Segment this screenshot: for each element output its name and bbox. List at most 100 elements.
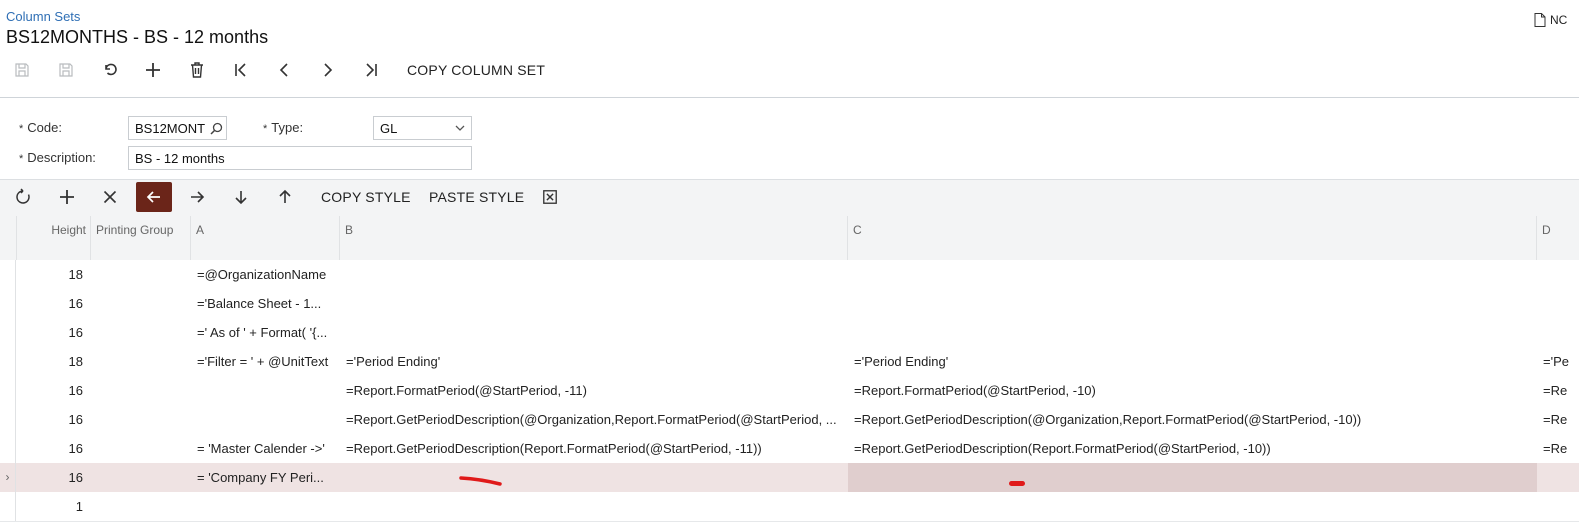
add-row-button[interactable] xyxy=(52,182,82,212)
header-printing-group[interactable]: Printing Group xyxy=(91,216,191,260)
cell-column-b[interactable]: =Report.GetPeriodDescription(Report.Form… xyxy=(340,434,848,463)
table-row[interactable]: 18 =@OrganizationName xyxy=(0,260,1579,290)
cell-height[interactable]: 16 xyxy=(17,318,91,347)
cell-column-b[interactable]: ='Period Ending' xyxy=(340,347,848,376)
undo-button[interactable] xyxy=(95,55,125,85)
delete-row-button[interactable] xyxy=(95,182,125,212)
type-select[interactable]: GL xyxy=(373,116,472,140)
breadcrumb[interactable]: Column Sets xyxy=(6,9,80,24)
first-record-button[interactable] xyxy=(226,55,256,85)
table-row[interactable]: 1 xyxy=(0,492,1579,522)
cell-printing-group[interactable] xyxy=(91,318,191,347)
cell-column-b[interactable]: =Report.FormatPeriod(@StartPeriod, -11) xyxy=(340,376,848,405)
cell-column-a[interactable]: = 'Master Calender ->' xyxy=(191,434,340,463)
cell-printing-group[interactable] xyxy=(91,289,191,318)
paste-style-button[interactable]: PASTE STYLE xyxy=(429,189,524,205)
row-indicator[interactable] xyxy=(0,434,16,463)
cell-column-c[interactable]: =Report.GetPeriodDescription(@Organizati… xyxy=(848,405,1537,434)
cell-printing-group[interactable] xyxy=(91,463,191,492)
cell-column-c[interactable] xyxy=(848,492,1537,521)
cell-height[interactable]: 16 xyxy=(17,376,91,405)
add-button[interactable] xyxy=(138,55,168,85)
search-icon[interactable] xyxy=(210,122,223,135)
move-down-button[interactable] xyxy=(226,182,256,212)
cell-column-a[interactable]: =' As of ' + Format( '{... xyxy=(191,318,340,347)
cell-column-c[interactable]: =Report.FormatPeriod(@StartPeriod, -10) xyxy=(848,376,1537,405)
cell-height[interactable]: 18 xyxy=(17,347,91,376)
cell-column-a[interactable] xyxy=(191,492,340,521)
cell-printing-group[interactable] xyxy=(91,434,191,463)
cell-column-a[interactable] xyxy=(191,376,340,405)
cell-column-a[interactable]: ='Filter = ' + @UnitText xyxy=(191,347,340,376)
cell-column-c[interactable] xyxy=(848,289,1537,318)
cell-column-d[interactable] xyxy=(1537,463,1579,492)
cell-column-d[interactable] xyxy=(1537,289,1579,318)
description-field[interactable]: BS - 12 months xyxy=(128,146,472,170)
cell-column-d[interactable]: ='Pe xyxy=(1537,347,1579,376)
refresh-button[interactable] xyxy=(8,182,38,212)
cell-column-c[interactable] xyxy=(848,318,1537,347)
last-record-button[interactable] xyxy=(356,55,386,85)
cell-column-b[interactable] xyxy=(340,463,848,492)
save-button[interactable] xyxy=(51,55,81,85)
cell-column-d[interactable] xyxy=(1537,318,1579,347)
cell-printing-group[interactable] xyxy=(91,260,191,289)
cell-printing-group[interactable] xyxy=(91,492,191,521)
move-left-button[interactable] xyxy=(136,182,172,212)
cell-column-d[interactable]: =Re xyxy=(1537,376,1579,405)
move-right-button[interactable] xyxy=(182,182,212,212)
cell-height[interactable]: 1 xyxy=(17,492,91,521)
cell-column-a[interactable]: =@OrganizationName xyxy=(191,260,340,289)
cell-column-c[interactable] xyxy=(848,463,1537,492)
header-column-c[interactable]: C xyxy=(848,216,1537,260)
notes-button[interactable]: NC xyxy=(1534,13,1567,27)
cell-height[interactable]: 16 xyxy=(17,434,91,463)
cell-height[interactable]: 18 xyxy=(17,260,91,289)
copy-style-button[interactable]: COPY STYLE xyxy=(321,189,411,205)
save-close-button[interactable] xyxy=(7,55,37,85)
cell-printing-group[interactable] xyxy=(91,347,191,376)
row-indicator[interactable] xyxy=(0,376,16,405)
table-row[interactable]: 16 = 'Master Calender ->' =Report.GetPerio… xyxy=(0,434,1579,464)
table-row[interactable]: 16 =Report.FormatPeriod(@StartPeriod, -11… xyxy=(0,376,1579,406)
cell-column-d[interactable]: =Re xyxy=(1537,434,1579,463)
table-row[interactable]: › 16 = 'Company FY Peri... xyxy=(0,463,1579,493)
cell-column-d[interactable]: =Re xyxy=(1537,405,1579,434)
cell-column-b[interactable] xyxy=(340,492,848,521)
table-row[interactable]: 18 ='Filter = ' + @UnitText ='Period Endin… xyxy=(0,347,1579,377)
previous-record-button[interactable] xyxy=(269,55,299,85)
table-row[interactable]: 16 =Report.GetPeriodDescription(@Organiza… xyxy=(0,405,1579,435)
move-up-button[interactable] xyxy=(270,182,300,212)
cell-printing-group[interactable] xyxy=(91,405,191,434)
cell-height[interactable]: 16 xyxy=(17,463,91,492)
cell-column-c[interactable] xyxy=(848,260,1537,289)
cell-column-c[interactable]: =Report.GetPeriodDescription(Report.Form… xyxy=(848,434,1537,463)
copy-column-set-button[interactable]: COPY COLUMN SET xyxy=(407,62,545,78)
table-row[interactable]: 16 ='Balance Sheet - 1... xyxy=(0,289,1579,319)
row-indicator[interactable] xyxy=(0,318,16,347)
row-indicator[interactable]: › xyxy=(0,463,16,492)
cell-column-a[interactable]: = 'Company FY Peri... xyxy=(191,463,340,492)
table-row[interactable]: 16 =' As of ' + Format( '{... xyxy=(0,318,1579,348)
cell-column-b[interactable] xyxy=(340,318,848,347)
header-column-d[interactable]: D xyxy=(1537,216,1579,260)
cell-column-b[interactable] xyxy=(340,260,848,289)
row-indicator[interactable] xyxy=(0,347,16,376)
cell-column-a[interactable] xyxy=(191,405,340,434)
export-excel-button[interactable] xyxy=(535,182,565,212)
row-indicator[interactable] xyxy=(0,289,16,318)
header-column-a[interactable]: A xyxy=(191,216,340,260)
code-field[interactable]: BS12MONT xyxy=(128,116,227,140)
row-indicator[interactable] xyxy=(0,260,16,289)
header-height[interactable]: Height xyxy=(17,216,91,260)
cell-column-b[interactable] xyxy=(340,289,848,318)
header-column-b[interactable]: B xyxy=(340,216,848,260)
cell-column-c[interactable]: ='Period Ending' xyxy=(848,347,1537,376)
next-record-button[interactable] xyxy=(313,55,343,85)
cell-column-d[interactable] xyxy=(1537,260,1579,289)
cell-printing-group[interactable] xyxy=(91,376,191,405)
row-indicator[interactable] xyxy=(0,492,16,521)
cell-column-d[interactable] xyxy=(1537,492,1579,521)
cell-height[interactable]: 16 xyxy=(17,289,91,318)
cell-column-a[interactable]: ='Balance Sheet - 1... xyxy=(191,289,340,318)
